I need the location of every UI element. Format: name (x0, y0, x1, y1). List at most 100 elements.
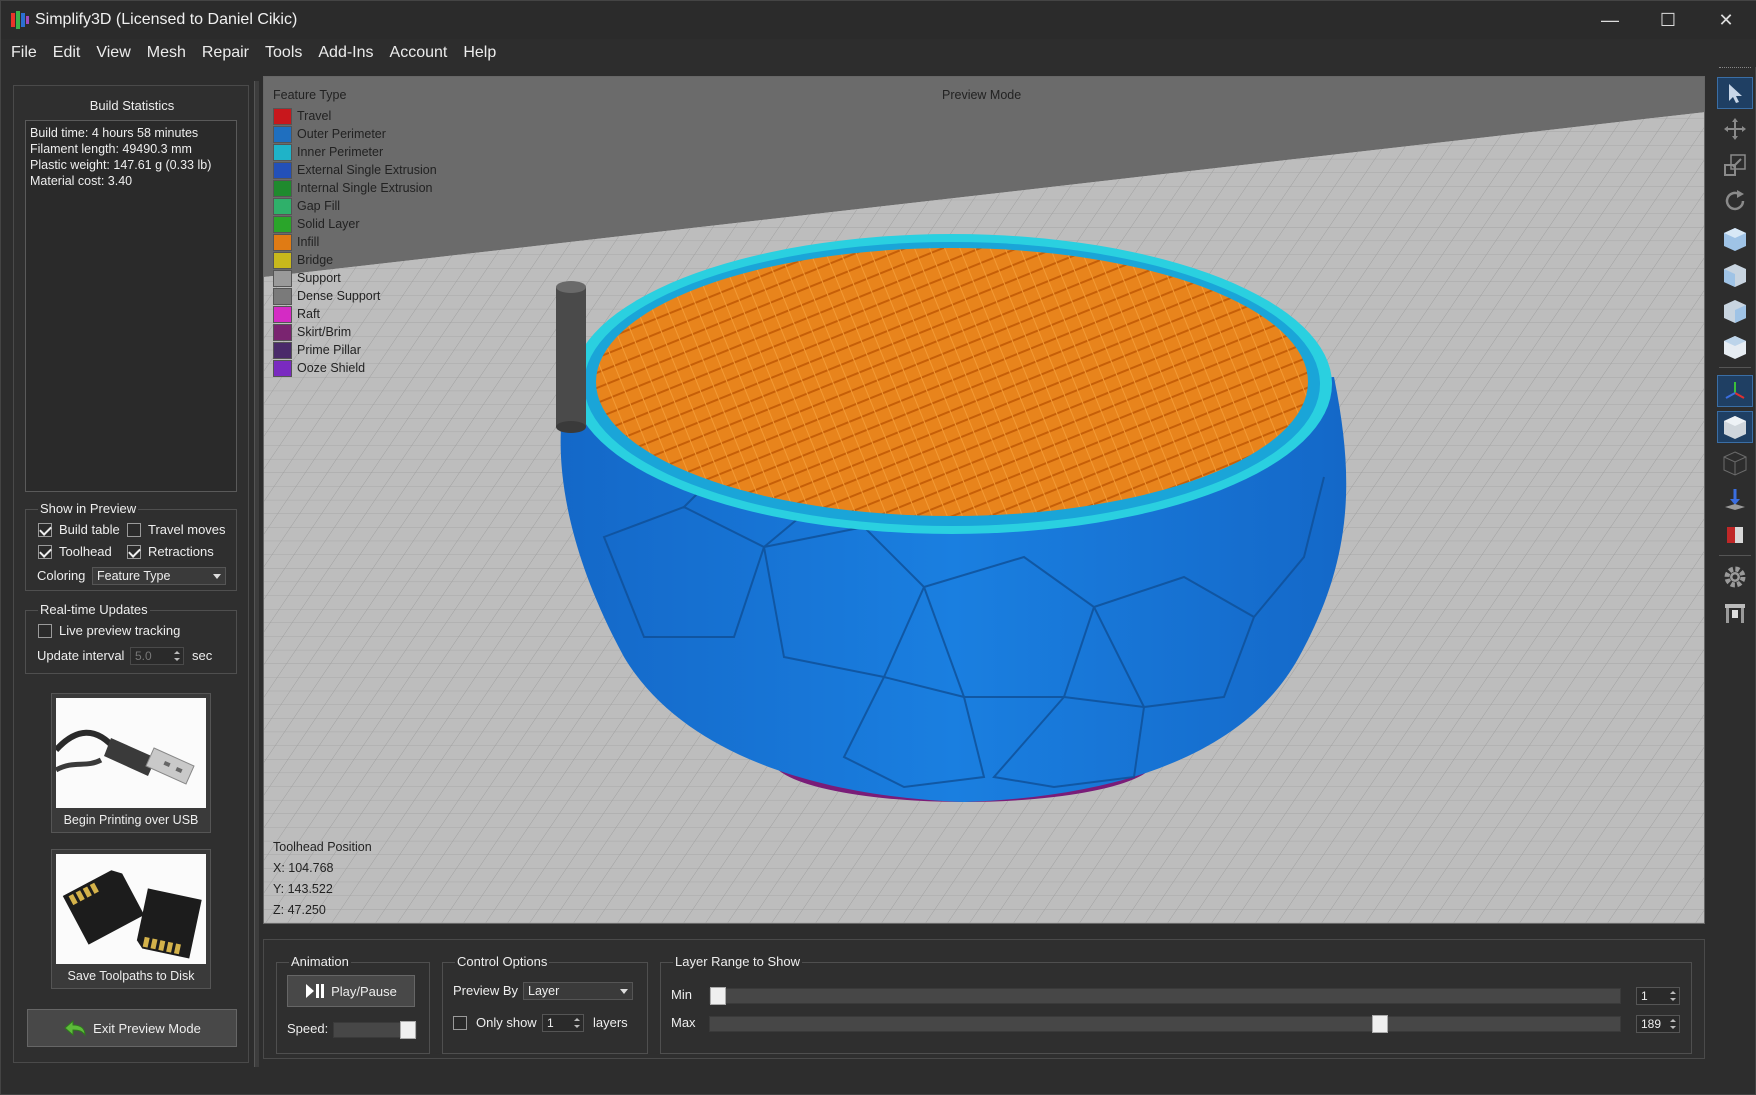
scale-icon (1724, 154, 1746, 176)
legend-label: Support (297, 271, 341, 285)
speed-slider-handle[interactable] (400, 1021, 416, 1039)
cross-section-button[interactable] (1717, 483, 1753, 515)
animation-group: Animation Play/Pause Speed: (276, 954, 430, 1054)
select-tool-button[interactable] (1717, 77, 1753, 109)
legend-label: Gap Fill (297, 199, 341, 213)
toolhead-x: X: 104.768 (273, 861, 334, 875)
preview-viewport[interactable]: Feature Type Preview Mode Travel Outer Pe… (263, 76, 1705, 924)
update-interval-spinbox[interactable]: 5.0 (130, 647, 184, 665)
menu-account[interactable]: Account (382, 39, 456, 67)
toolhead-position-title: Toolhead Position (273, 840, 372, 854)
rotate-tool-button[interactable] (1717, 185, 1753, 217)
retractions-checkbox[interactable] (127, 545, 141, 559)
app-window: Simplify3D (Licensed to Daniel Cikic) — … (0, 0, 1756, 1095)
layer-max-slider[interactable] (709, 1015, 1621, 1033)
legend-label: Internal Single Extrusion (297, 181, 433, 195)
play-pause-label: Play/Pause (331, 983, 397, 999)
legend-label: Inner Perimeter (297, 145, 384, 159)
begin-printing-usb-card[interactable]: Begin Printing over USB (51, 693, 211, 833)
play-pause-button[interactable]: Play/Pause (287, 975, 415, 1007)
axes-toggle-button[interactable] (1717, 375, 1753, 407)
spin-down-icon (1670, 998, 1676, 1001)
toolhead-position: Toolhead Position X: 104.768 Y: 143.522 … (273, 837, 372, 921)
view-side-button[interactable] (1717, 295, 1753, 327)
maximize-button[interactable]: ☐ (1639, 1, 1697, 39)
speed-label: Speed: (287, 1021, 329, 1036)
legend-label: Ooze Shield (297, 361, 366, 375)
preview-by-label: Preview By (453, 983, 519, 998)
layer-max-label: Max (671, 1015, 696, 1030)
speed-slider[interactable] (333, 1021, 417, 1039)
live-preview-tracking-label: Live preview tracking (59, 623, 181, 638)
layer-min-slider-handle[interactable] (710, 987, 726, 1005)
legend-label: Travel (297, 109, 332, 123)
filament-length-text: Filament length: 49490.3 mm (30, 142, 192, 156)
menu-file[interactable]: File (3, 39, 45, 67)
legend-item: Ooze Shield (273, 359, 437, 377)
build-statistics-title: Build Statistics (89, 98, 175, 113)
move-tool-button[interactable] (1717, 113, 1753, 145)
legend-item: External Single Extrusion (273, 161, 437, 179)
only-show-checkbox[interactable] (453, 1016, 467, 1030)
legend-label: Outer Perimeter (297, 127, 386, 141)
menu-edit[interactable]: Edit (45, 39, 89, 67)
layer-min-spinbox[interactable]: 1 (1636, 987, 1680, 1005)
solid-view-button[interactable] (1717, 411, 1753, 443)
view-iso-icon (1724, 228, 1746, 251)
live-preview-tracking-checkbox[interactable] (38, 624, 52, 638)
coloring-select[interactable]: Feature Type (92, 567, 226, 585)
legend-swatch (273, 287, 292, 305)
legend-item: Dense Support (273, 287, 437, 305)
toolhead-checkbox[interactable] (38, 545, 52, 559)
build-statistics-box: Build time: 4 hours 58 minutes Filament … (25, 120, 237, 492)
axes-icon (1725, 382, 1745, 399)
object-view-button[interactable] (1717, 519, 1753, 551)
only-show-layers-spinbox[interactable]: 1 (542, 1014, 584, 1032)
minimize-button[interactable]: — (1581, 1, 1639, 39)
layer-min-slider[interactable] (709, 987, 1621, 1005)
travel-moves-checkbox[interactable] (127, 523, 141, 537)
update-interval-value: 5.0 (135, 649, 152, 663)
cross-section-icon (1725, 489, 1745, 510)
legend-swatch (273, 359, 292, 377)
legend-swatch (273, 215, 292, 233)
panel-splitter[interactable] (254, 81, 259, 1067)
layer-max-spinbox[interactable]: 189 (1636, 1015, 1680, 1033)
scale-tool-button[interactable] (1717, 149, 1753, 181)
title-bar: Simplify3D (Licensed to Daniel Cikic) — … (1, 1, 1756, 39)
legend-swatch (273, 233, 292, 251)
menu-help[interactable]: Help (455, 39, 504, 67)
settings-button[interactable] (1717, 561, 1753, 593)
exit-preview-mode-label: Exit Preview Mode (93, 1020, 201, 1036)
menu-view[interactable]: View (88, 39, 138, 67)
view-front-button[interactable] (1717, 259, 1753, 291)
menu-tools[interactable]: Tools (257, 39, 310, 67)
menu-add-ins[interactable]: Add-Ins (310, 39, 381, 67)
machine-control-button[interactable] (1717, 597, 1753, 629)
layers-label: layers (593, 1015, 628, 1030)
exit-preview-mode-button[interactable]: Exit Preview Mode (27, 1009, 237, 1047)
plastic-weight-text: Plastic weight: 147.61 g (0.33 lb) (30, 158, 212, 172)
update-interval-unit: sec (192, 648, 213, 663)
save-toolpaths-card[interactable]: Save Toolpaths to Disk (51, 849, 211, 989)
legend-label: Raft (297, 307, 320, 321)
close-button[interactable]: ✕ (1697, 1, 1755, 39)
realtime-updates-group: Real-time Updates Live preview tracking … (25, 602, 237, 674)
legend-item: Skirt/Brim (273, 323, 437, 341)
build-table-checkbox[interactable] (38, 523, 52, 537)
bottom-panel: Animation Play/Pause Speed: Control Opti… (263, 939, 1705, 1059)
view-iso-button[interactable] (1717, 223, 1753, 255)
preview-by-select[interactable]: Layer (523, 982, 633, 1000)
menu-repair[interactable]: Repair (194, 39, 257, 67)
legend-item: Internal Single Extrusion (273, 179, 437, 197)
view-top-button[interactable] (1717, 331, 1753, 363)
layer-min-value: 1 (1641, 989, 1648, 1003)
menu-mesh[interactable]: Mesh (139, 39, 194, 67)
wireframe-view-button[interactable] (1717, 447, 1753, 479)
layer-max-slider-handle[interactable] (1372, 1015, 1388, 1033)
preview-by-value: Layer (528, 984, 560, 998)
legend-swatch (273, 269, 292, 287)
only-show-layers-value: 1 (547, 1016, 554, 1030)
update-interval-label: Update interval (37, 648, 125, 663)
settings-gear-icon (1724, 566, 1746, 588)
